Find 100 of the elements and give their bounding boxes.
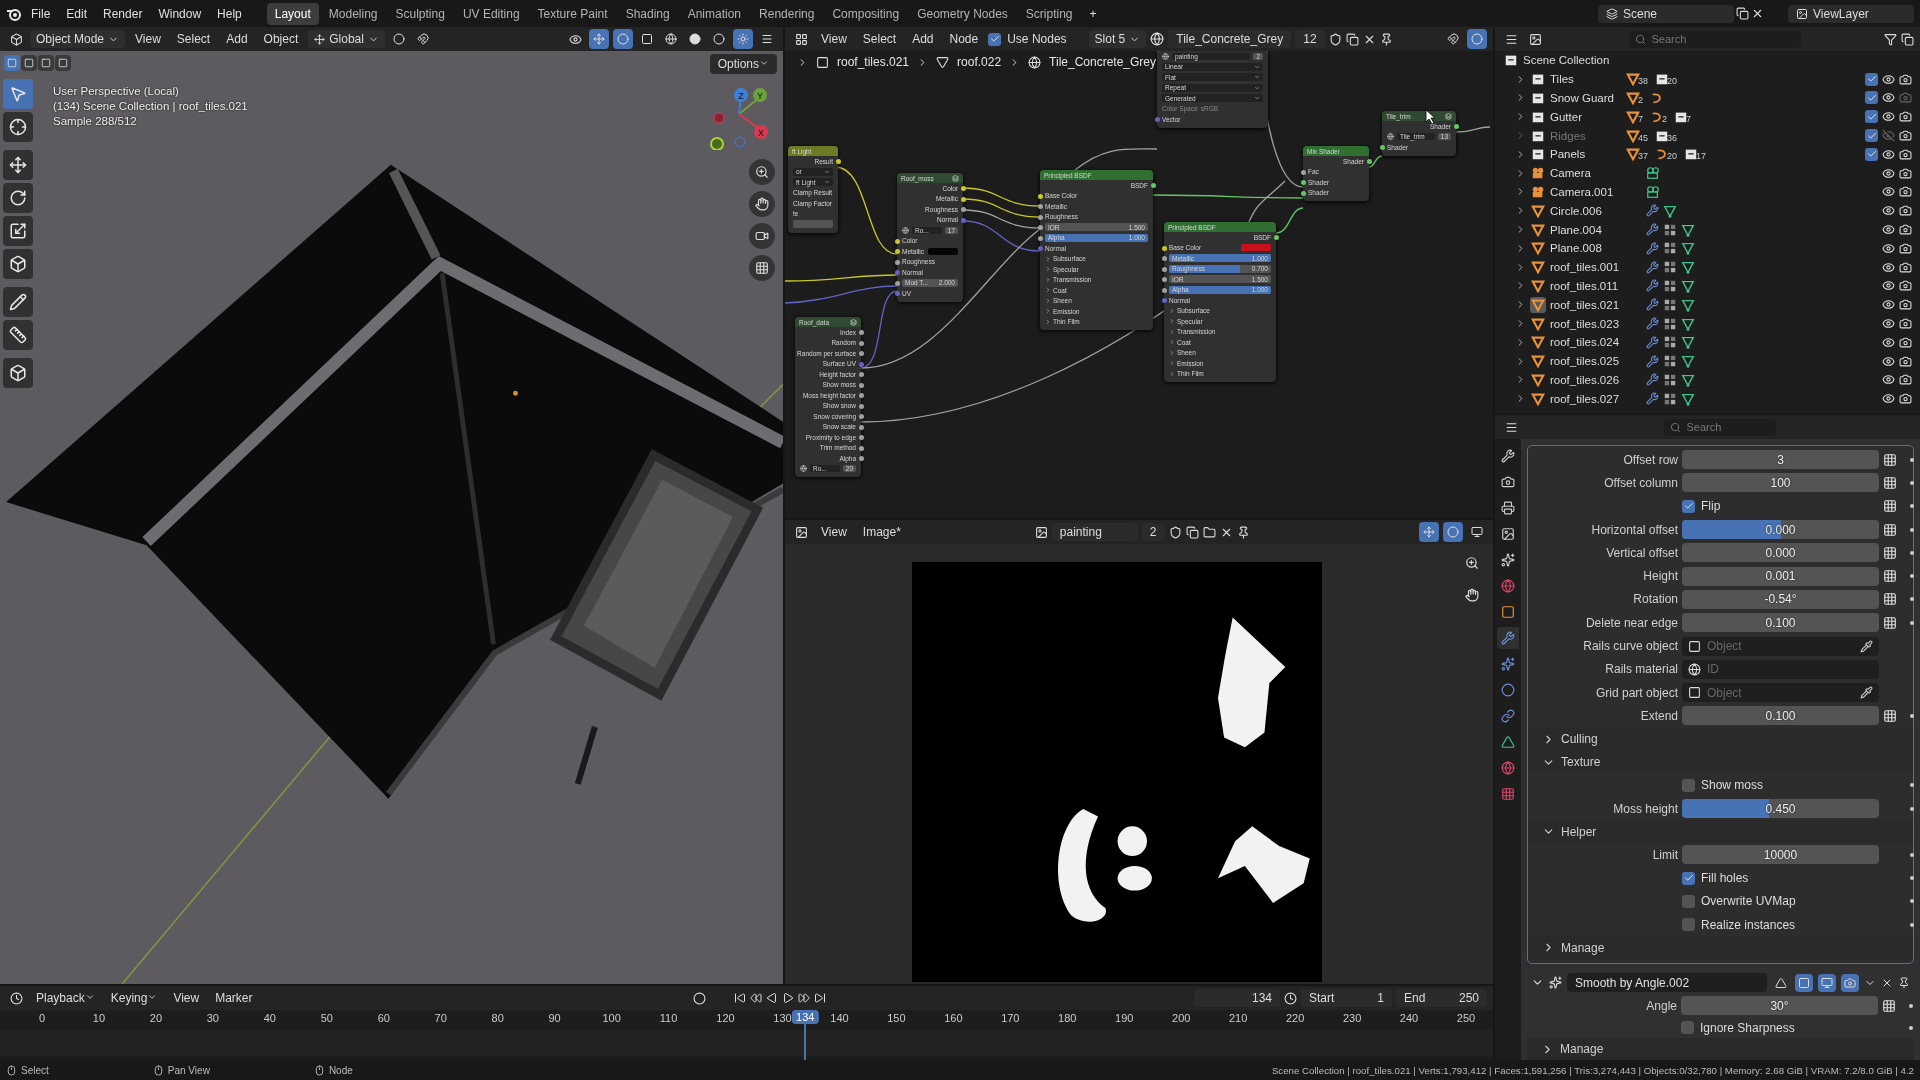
- count-label: 20: [1667, 76, 1678, 87]
- breadcrumb-item[interactable]: Tile_Concrete_Grey: [1049, 55, 1157, 69]
- frame-number: 80: [491, 1012, 504, 1024]
- number-field[interactable]: 10000: [1682, 845, 1879, 865]
- scene-selector[interactable]: Scene: [1598, 4, 1734, 23]
- current-frame-field[interactable]: 134: [1194, 989, 1280, 1007]
- outliner-item-name[interactable]: roof_tiles.011: [1550, 279, 1642, 292]
- outliner-item-name[interactable]: Snow Guard: [1550, 92, 1622, 104]
- menu-item[interactable]: Object: [257, 30, 305, 48]
- outliner-item-name[interactable]: Tiles: [1550, 73, 1622, 86]
- outliner-item-name[interactable]: Ridges: [1550, 129, 1622, 142]
- workspace-tab[interactable]: Animation: [679, 2, 750, 25]
- outliner-item-name[interactable]: Gutter: [1550, 110, 1622, 123]
- workspace-tab[interactable]: Scripting: [1017, 2, 1081, 25]
- outliner-item-name[interactable]: Plane.008: [1550, 242, 1642, 255]
- field-label: Rails material: [1604, 662, 1678, 677]
- status-hint: Node: [313, 1064, 353, 1076]
- outliner-item-name[interactable]: roof_tiles.001: [1550, 261, 1642, 274]
- menu-item[interactable]: Select: [856, 30, 903, 48]
- number-field[interactable]: 0.000: [1682, 543, 1879, 563]
- checkbox[interactable]: Ignore Sharpness: [1681, 1020, 1878, 1035]
- axis-handle[interactable]: Y: [753, 88, 767, 102]
- panel-header[interactable]: Manage: [1527, 1038, 1914, 1060]
- outliner-item-name[interactable]: Circle.006: [1550, 204, 1642, 217]
- orientation-dropdown[interactable]: Global: [308, 30, 385, 48]
- search-field[interactable]: Search: [1663, 418, 1776, 436]
- use-nodes-checkbox[interactable]: Use Nodes: [988, 32, 1067, 46]
- view-layer-selector[interactable]: ViewLayer: [1788, 4, 1914, 23]
- field-label: Angle: [1645, 998, 1677, 1013]
- outliner-item-name[interactable]: roof_tiles.026: [1550, 373, 1642, 386]
- axis-handle[interactable]: X: [754, 125, 768, 139]
- axis-handle[interactable]: Z: [734, 88, 748, 102]
- outliner-item-name[interactable]: Plane.004: [1550, 223, 1642, 236]
- frame-number: 40: [263, 1012, 276, 1024]
- outliner-item-name[interactable]: roof_tiles.021: [1550, 298, 1642, 311]
- menu-item[interactable]: Help: [210, 3, 249, 24]
- menu-item[interactable]: Render: [96, 3, 150, 24]
- menu-item[interactable]: Add: [906, 30, 940, 48]
- menu-item[interactable]: Image*: [856, 523, 907, 541]
- breadcrumb-item[interactable]: roof.022: [957, 55, 1002, 69]
- outliner-item-name[interactable]: roof_tiles.025: [1550, 355, 1642, 368]
- menu-item[interactable]: View: [129, 30, 167, 48]
- breadcrumb-item[interactable]: roof_tiles.021: [837, 55, 910, 69]
- checkbox[interactable]: Realize instances: [1682, 917, 1879, 932]
- menu-item[interactable]: File: [24, 3, 58, 24]
- start-frame-field[interactable]: Start 1: [1301, 989, 1392, 1007]
- frame-number: 70: [434, 1012, 447, 1024]
- workspace-tab[interactable]: Layout: [266, 2, 319, 25]
- number-field[interactable]: 0.001: [1682, 566, 1879, 586]
- number-field[interactable]: 0.100: [1682, 706, 1879, 726]
- frame-number: 250: [1456, 1012, 1476, 1024]
- workspace-tab[interactable]: Sculpting: [387, 2, 453, 25]
- menu-item[interactable]: View: [815, 30, 853, 48]
- workspace-tab[interactable]: Modeling: [320, 2, 386, 25]
- viewport-info-text: User Perspective (Local): [53, 85, 180, 97]
- number-field[interactable]: 0.100: [1682, 613, 1879, 633]
- menu-item[interactable]: Window: [151, 3, 209, 24]
- options-button[interactable]: Options: [709, 54, 777, 74]
- checkbox[interactable]: Overwrite UVMap: [1682, 894, 1879, 909]
- outliner-item-name[interactable]: roof_tiles.023: [1550, 317, 1642, 330]
- menu-item[interactable]: Edit: [59, 3, 95, 24]
- material-field[interactable]: Tile_Concrete_Grey: [1168, 30, 1292, 48]
- workspace-tab[interactable]: Rendering: [751, 2, 823, 25]
- number-field[interactable]: 3: [1682, 450, 1879, 470]
- menu-item[interactable]: Node: [943, 30, 985, 48]
- checkbox[interactable]: Fill holes: [1682, 871, 1879, 886]
- outliner-item-name[interactable]: roof_tiles.024: [1550, 336, 1642, 349]
- workspace-tab[interactable]: UV Editing: [454, 2, 528, 25]
- add-workspace-button[interactable]: +: [1082, 3, 1104, 24]
- image-name-field[interactable]: painting: [1051, 523, 1138, 541]
- count-label: 17: [1696, 151, 1707, 162]
- workspace-tab[interactable]: Compositing: [824, 2, 908, 25]
- collection-name[interactable]: Scene Collection: [1523, 54, 1723, 67]
- number-field[interactable]: 100: [1682, 473, 1879, 493]
- number-field[interactable]: -0.54°: [1682, 589, 1879, 609]
- checkbox[interactable]: Flip: [1682, 499, 1879, 514]
- outliner-item-name[interactable]: roof_tiles.027: [1550, 392, 1642, 405]
- modifier-name-field[interactable]: Smooth by Angle.002: [1567, 973, 1767, 993]
- workspace-tab[interactable]: Texture Paint: [529, 2, 616, 25]
- outliner-item-name[interactable]: Camera: [1550, 167, 1642, 180]
- mode-dropdown[interactable]: Object Mode: [30, 30, 126, 48]
- workspace-tab[interactable]: Shading: [617, 2, 678, 25]
- search-field[interactable]: Search: [1628, 30, 1801, 48]
- outliner-item-name[interactable]: Panels: [1550, 148, 1622, 161]
- menu-item[interactable]: View: [815, 523, 853, 541]
- outliner-item-name[interactable]: Camera.001: [1550, 185, 1642, 198]
- field-label: Grid part object: [1594, 685, 1678, 700]
- menu-item[interactable]: Marker: [209, 989, 259, 1007]
- slot-dropdown[interactable]: Slot 5: [1088, 30, 1147, 48]
- menu-item[interactable]: View: [167, 989, 206, 1007]
- playhead[interactable]: 134: [792, 1010, 819, 1024]
- menu-item[interactable]: Keying: [104, 989, 164, 1007]
- menu-item[interactable]: Add: [220, 30, 254, 48]
- number-field[interactable]: 30°: [1681, 996, 1878, 1016]
- menu-item[interactable]: Select: [170, 30, 217, 48]
- checkbox[interactable]: Show moss: [1682, 778, 1879, 793]
- field-label: Delete near edge: [1584, 615, 1678, 630]
- end-frame-field[interactable]: End 250: [1396, 989, 1487, 1007]
- menu-item[interactable]: Playback: [30, 989, 101, 1007]
- workspace-tab[interactable]: Geometry Nodes: [909, 2, 1016, 25]
